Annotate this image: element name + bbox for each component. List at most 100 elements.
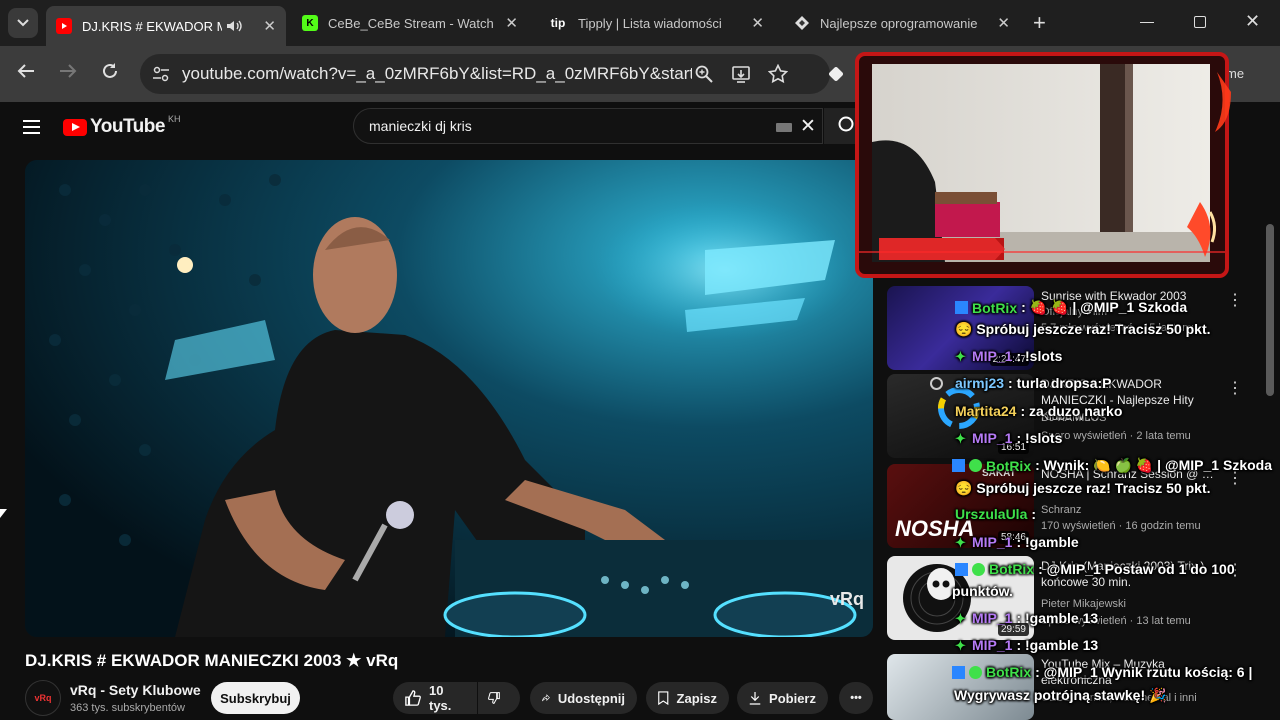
sparkle-badge-icon: ✦ bbox=[955, 430, 966, 446]
close-tab-icon[interactable]: ✕ bbox=[997, 14, 1010, 32]
save-button[interactable]: Zapisz bbox=[646, 682, 729, 714]
bot-badge-icon bbox=[955, 301, 968, 314]
search-input[interactable]: manieczki dj kris ✕ bbox=[353, 108, 823, 144]
chat-text: : !gamble 13 bbox=[1016, 637, 1099, 653]
browser-tab-bar: DJ.KRIS # EKWADOR MA ✕ K CeBe_CeBe Strea… bbox=[0, 0, 1280, 46]
tab-tipply[interactable]: tip Tipply | Lista wiadomości ✕ bbox=[538, 6, 774, 40]
related-meta: 170 wyświetleń · 16 godzin temu bbox=[1041, 520, 1201, 532]
close-window-button[interactable]: ✕ bbox=[1245, 11, 1260, 32]
like-button[interactable]: 10 tys. bbox=[393, 682, 477, 714]
related-meta: Sporo wyświetleń · 2 lata temu bbox=[1041, 430, 1191, 442]
extension-icon[interactable] bbox=[828, 66, 844, 82]
youtube-logo[interactable]: YouTube KH bbox=[63, 114, 181, 138]
minimize-button[interactable] bbox=[1140, 22, 1154, 23]
download-button[interactable]: Pobierz bbox=[737, 682, 828, 714]
chat-username: BotRix bbox=[986, 457, 1032, 474]
tab-youtube[interactable]: DJ.KRIS # EKWADOR MA ✕ bbox=[46, 6, 286, 46]
dislike-button[interactable] bbox=[478, 682, 520, 714]
more-vert-icon[interactable]: ⋮ bbox=[1227, 378, 1243, 398]
chat-username: MIP_1 bbox=[972, 637, 1013, 653]
save-bookmark-icon bbox=[658, 691, 669, 706]
zoom-icon[interactable] bbox=[695, 65, 713, 83]
chat-message: BotRix : Wynik: 🍋 🍏 🍓 | @MIP_1 Szkoda bbox=[952, 457, 1272, 474]
chat-text: : za duzo narko bbox=[1020, 403, 1123, 419]
reload-icon[interactable] bbox=[98, 62, 122, 86]
globe-badge-icon bbox=[930, 376, 943, 390]
video-title: DJ.KRIS # EKWADOR MANIECZKI 2003 ★ vRq bbox=[25, 651, 399, 670]
tab-software[interactable]: Najlepsze oprogramowanie ✕ bbox=[784, 6, 1020, 40]
channel-avatar[interactable]: vRq bbox=[25, 680, 61, 716]
download-icon bbox=[749, 691, 761, 705]
scrollbar-thumb[interactable] bbox=[1266, 224, 1274, 396]
chat-text: 😔 Spróbuj jeszcze raz! Tracisz 50 pkt. bbox=[955, 480, 1211, 496]
chat-text: : !gamble bbox=[1016, 534, 1079, 550]
sparkle-badge-icon: ✦ bbox=[955, 348, 966, 364]
close-tab-icon[interactable]: ✕ bbox=[263, 17, 276, 35]
tab-search-button[interactable] bbox=[8, 8, 38, 38]
bookmark-star-icon[interactable] bbox=[768, 64, 788, 84]
bot-badge-icon bbox=[955, 562, 968, 576]
chat-message: ✦ MIP_1 : !gamble bbox=[955, 534, 1079, 550]
share-icon bbox=[542, 694, 550, 702]
address-bar[interactable]: youtube.com/watch?v=_a_0zMRF6bY&list=RD_… bbox=[140, 54, 830, 94]
restore-button[interactable] bbox=[1194, 16, 1206, 28]
chat-text: : Wynik: 🍋 🍏 🍓 | @MIP_1 Szkoda bbox=[1035, 457, 1272, 473]
chat-message: ✦ MIP_1 : !gamble 13 bbox=[955, 637, 1098, 653]
chat-username: MIP_1 bbox=[972, 348, 1013, 364]
more-vert-icon[interactable]: ⋮ bbox=[1227, 290, 1243, 310]
chat-username: MIP_1 bbox=[972, 610, 1013, 626]
install-app-icon[interactable] bbox=[731, 64, 751, 84]
tab-title: CeBe_CeBe Stream - Watch L bbox=[328, 15, 493, 31]
chat-text: : turla dropsa:P bbox=[1008, 375, 1112, 391]
subscribe-button[interactable]: Subskrybuj bbox=[211, 682, 300, 714]
bot-badge-icon bbox=[952, 665, 965, 679]
chat-username: MIP_1 bbox=[972, 534, 1013, 550]
thumbs-down-icon bbox=[488, 692, 500, 704]
share-button[interactable]: Udostępnij bbox=[530, 682, 637, 714]
keyboard-icon[interactable] bbox=[776, 123, 792, 132]
chat-message: BotRix : @MIP_1 Wynik rzutu kością: 6 | bbox=[952, 664, 1252, 680]
video-watermark: vRq bbox=[830, 589, 864, 609]
chat-text: punktów. bbox=[952, 583, 1013, 599]
chevron-down-icon bbox=[17, 19, 29, 27]
chat-text: : 🍓 🍓 | @MIP_1 Szkoda bbox=[1021, 299, 1188, 315]
speaker-icon[interactable] bbox=[226, 19, 242, 33]
bot-badge-icon bbox=[952, 459, 965, 472]
menu-icon[interactable] bbox=[23, 116, 40, 138]
forward-icon[interactable] bbox=[56, 62, 80, 85]
verified-badge-icon bbox=[969, 665, 982, 679]
chat-username: Martita24 bbox=[955, 403, 1017, 419]
close-tab-icon[interactable]: ✕ bbox=[505, 14, 518, 32]
chat-text: : !gamble 13 bbox=[1016, 610, 1099, 626]
new-tab-button[interactable]: + bbox=[1033, 10, 1046, 36]
chat-message: ✦ MIP_1 : !gamble 13 bbox=[955, 610, 1098, 626]
mouse-cursor-icon bbox=[0, 509, 7, 518]
chat-message: BotRix : 🍓 🍓 | @MIP_1 Szkoda bbox=[955, 299, 1187, 316]
chat-message: ✦ MIP_1 : !slots bbox=[955, 348, 1062, 364]
chat-text: : @MIP_1 Wynik rzutu kością: 6 | bbox=[1035, 664, 1253, 680]
back-icon[interactable] bbox=[14, 62, 38, 85]
country-code: KH bbox=[167, 114, 181, 124]
tab-title: DJ.KRIS # EKWADOR MA bbox=[82, 18, 222, 34]
site-settings-icon[interactable] bbox=[152, 65, 170, 83]
chat-text: Wygrywasz potrójną stawkę! 🎉 bbox=[954, 687, 1167, 703]
logo-text: YouTube bbox=[90, 116, 165, 137]
webcam-overlay bbox=[855, 52, 1237, 280]
video-frame: vRq bbox=[25, 160, 873, 637]
more-actions-button[interactable]: ••• bbox=[839, 682, 873, 714]
more-icon: ••• bbox=[850, 692, 862, 704]
chat-message: BotRix : @MIP_1 Postaw od 1 do 100 bbox=[955, 561, 1235, 577]
close-tab-icon[interactable]: ✕ bbox=[751, 14, 764, 32]
sparkle-badge-icon: ✦ bbox=[955, 637, 966, 653]
chat-message: 😔 Spróbuj jeszcze raz! Tracisz 50 pkt. bbox=[955, 321, 1211, 338]
youtube-favicon-icon bbox=[56, 18, 72, 34]
chat-username: airmj23 bbox=[955, 375, 1005, 391]
clear-search-icon[interactable]: ✕ bbox=[800, 115, 816, 138]
video-player[interactable]: vRq bbox=[25, 160, 873, 637]
url-text: youtube.com/watch?v=_a_0zMRF6bY&list=RD_… bbox=[182, 64, 692, 83]
verified-badge-icon bbox=[969, 459, 982, 472]
channel-name[interactable]: vRq - Sety Klubowe bbox=[70, 682, 201, 698]
tab-kick[interactable]: K CeBe_CeBe Stream - Watch L ✕ bbox=[292, 6, 528, 40]
thumbs-up-icon bbox=[405, 690, 421, 706]
related-channel: Schranz bbox=[1041, 504, 1082, 516]
